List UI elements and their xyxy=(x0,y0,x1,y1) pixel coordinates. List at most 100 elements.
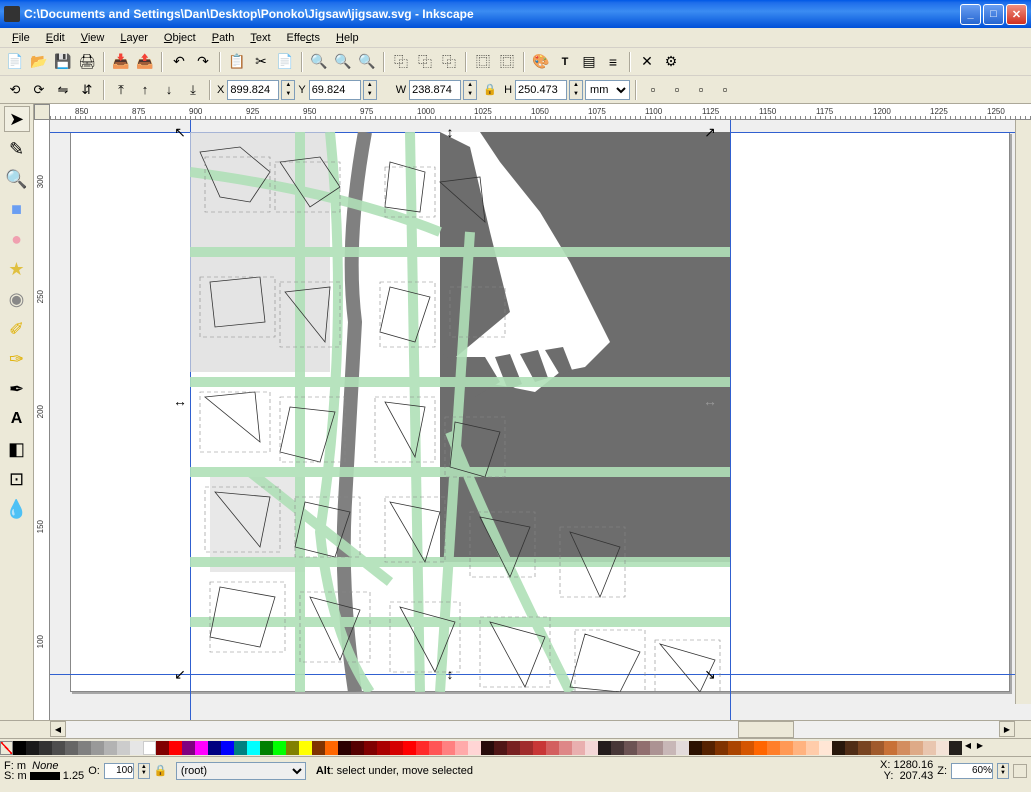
color-swatch[interactable] xyxy=(130,741,143,755)
minimize-button[interactable]: _ xyxy=(960,4,981,25)
color-swatch[interactable] xyxy=(533,741,546,755)
scroll-right-icon[interactable]: ▶ xyxy=(999,721,1015,737)
duplicate-icon[interactable]: ⿻ xyxy=(390,51,412,73)
menu-effects[interactable]: Effects xyxy=(279,30,328,46)
color-swatch[interactable] xyxy=(936,741,949,755)
zoom-input[interactable] xyxy=(951,763,993,779)
color-swatch[interactable] xyxy=(39,741,52,755)
color-swatch[interactable] xyxy=(26,741,39,755)
color-swatch[interactable] xyxy=(364,741,377,755)
color-swatch[interactable] xyxy=(481,741,494,755)
color-swatch[interactable] xyxy=(65,741,78,755)
connector-tool-icon[interactable]: ⊡ xyxy=(4,466,30,492)
resize-grip[interactable] xyxy=(1013,764,1027,778)
guide-vertical[interactable] xyxy=(730,120,731,720)
text-tool-icon[interactable]: A xyxy=(4,406,30,432)
color-swatch[interactable] xyxy=(585,741,598,755)
color-swatch[interactable] xyxy=(923,741,936,755)
import-icon[interactable]: 📥 xyxy=(110,51,132,73)
no-color-swatch[interactable] xyxy=(0,741,13,755)
color-swatch[interactable] xyxy=(169,741,182,755)
lock-aspect-icon[interactable]: 🔒 xyxy=(479,79,501,101)
color-swatch[interactable] xyxy=(312,741,325,755)
cut-icon[interactable]: ✂ xyxy=(250,51,272,73)
calligraphy-tool-icon[interactable]: ✒ xyxy=(4,376,30,402)
x-input[interactable] xyxy=(227,80,279,100)
ungroup-icon[interactable]: ⿴ xyxy=(496,51,518,73)
color-swatch[interactable] xyxy=(884,741,897,755)
color-swatch[interactable] xyxy=(611,741,624,755)
affect-2-icon[interactable]: ▫ xyxy=(666,79,688,101)
group-icon[interactable]: ⿴ xyxy=(472,51,494,73)
menu-path[interactable]: Path xyxy=(204,30,243,46)
map-drawing[interactable] xyxy=(190,132,730,692)
color-swatch[interactable] xyxy=(182,741,195,755)
copy-icon[interactable]: 📋 xyxy=(226,51,248,73)
color-swatch[interactable] xyxy=(390,741,403,755)
color-swatch[interactable] xyxy=(286,741,299,755)
maximize-button[interactable]: □ xyxy=(983,4,1004,25)
affect-3-icon[interactable]: ▫ xyxy=(690,79,712,101)
color-swatch[interactable] xyxy=(468,741,481,755)
paste-icon[interactable]: 📄 xyxy=(274,51,296,73)
scroll-thumb[interactable] xyxy=(738,721,794,738)
color-swatch[interactable] xyxy=(832,741,845,755)
open-icon[interactable]: 📂 xyxy=(28,51,50,73)
lower-bottom-icon[interactable]: ⤓ xyxy=(182,79,204,101)
color-swatch[interactable] xyxy=(273,741,286,755)
menu-file[interactable]: File xyxy=(4,30,38,46)
color-swatch[interactable] xyxy=(741,741,754,755)
color-swatch[interactable] xyxy=(728,741,741,755)
color-swatch[interactable] xyxy=(338,741,351,755)
color-swatch[interactable] xyxy=(221,741,234,755)
text-dialog-icon[interactable]: T xyxy=(554,51,576,73)
pencil-tool-icon[interactable]: ✐ xyxy=(4,316,30,342)
canvas-viewport[interactable]: ↖ ↕ ↗ ↔ ↔ ↙ ↕ ↘ xyxy=(50,120,1031,720)
x-spinner[interactable]: ▲▼ xyxy=(281,80,295,100)
color-swatch[interactable] xyxy=(156,741,169,755)
menu-object[interactable]: Object xyxy=(156,30,204,46)
color-swatch[interactable] xyxy=(754,741,767,755)
color-swatch[interactable] xyxy=(403,741,416,755)
zoom-spinner[interactable]: ▲▼ xyxy=(997,763,1009,779)
fill-stroke-icon[interactable]: 🎨 xyxy=(530,51,552,73)
color-swatch[interactable] xyxy=(416,741,429,755)
affect-1-icon[interactable]: ▫ xyxy=(642,79,664,101)
lower-icon[interactable]: ↓ xyxy=(158,79,180,101)
color-swatch[interactable] xyxy=(299,741,312,755)
color-swatch[interactable] xyxy=(715,741,728,755)
color-swatch[interactable] xyxy=(442,741,455,755)
color-swatch[interactable] xyxy=(195,741,208,755)
color-swatch[interactable] xyxy=(520,741,533,755)
y-input[interactable] xyxy=(309,80,361,100)
selector-tool-icon[interactable]: ➤ xyxy=(4,106,30,132)
color-swatch[interactable] xyxy=(702,741,715,755)
rotate-left-icon[interactable]: ⟲ xyxy=(4,79,26,101)
menu-text[interactable]: Text xyxy=(242,30,278,46)
color-swatch[interactable] xyxy=(897,741,910,755)
color-swatch[interactable] xyxy=(455,741,468,755)
ruler-horizontal[interactable]: 850 875 900 925 950 975 1000 1025 1050 1… xyxy=(50,104,1031,120)
zoom-drawing-icon[interactable]: 🔍 xyxy=(332,51,354,73)
color-swatch[interactable] xyxy=(546,741,559,755)
clone-icon[interactable]: ⿻ xyxy=(414,51,436,73)
rect-tool-icon[interactable]: ■ xyxy=(4,196,30,222)
color-swatch[interactable] xyxy=(858,741,871,755)
color-swatch[interactable] xyxy=(910,741,923,755)
menu-edit[interactable]: Edit xyxy=(38,30,73,46)
flip-h-icon[interactable]: ⇋ xyxy=(52,79,74,101)
color-swatch[interactable] xyxy=(494,741,507,755)
color-swatch[interactable] xyxy=(637,741,650,755)
h-input[interactable] xyxy=(515,80,567,100)
scrollbar-horizontal[interactable]: ◀ ▶ xyxy=(0,720,1031,738)
bezier-tool-icon[interactable]: ✑ xyxy=(4,346,30,372)
dropper-tool-icon[interactable]: 💧 xyxy=(4,496,30,522)
color-swatch[interactable] xyxy=(260,741,273,755)
new-icon[interactable]: 📄 xyxy=(4,51,26,73)
undo-icon[interactable]: ↶ xyxy=(168,51,190,73)
xml-icon[interactable]: ▤ xyxy=(578,51,600,73)
export-icon[interactable]: 📤 xyxy=(134,51,156,73)
color-swatch[interactable] xyxy=(845,741,858,755)
menu-view[interactable]: View xyxy=(73,30,113,46)
unit-select[interactable]: mm xyxy=(585,80,630,100)
